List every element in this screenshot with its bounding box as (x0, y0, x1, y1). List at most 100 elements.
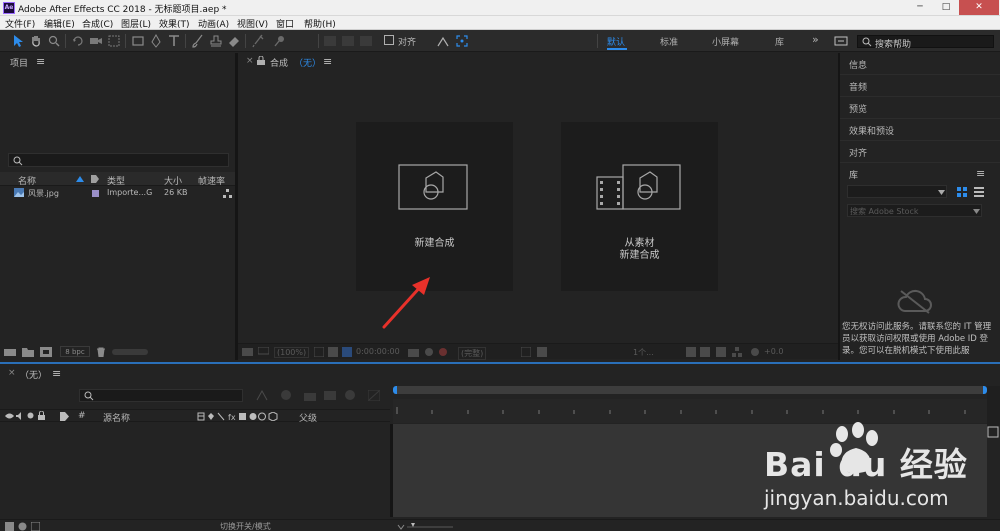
zoom-tool-icon[interactable] (47, 34, 61, 48)
work-area-bar[interactable] (393, 386, 987, 394)
eraser-tool-icon[interactable] (227, 34, 241, 48)
layer-list[interactable] (0, 424, 390, 517)
in-out-pane-icon[interactable] (31, 522, 40, 531)
column-type[interactable]: 类型 (107, 174, 125, 187)
draft-3d-icon[interactable] (280, 390, 292, 401)
library-dropdown[interactable] (847, 185, 947, 198)
effects-presets-panel-tab[interactable]: 效果和预设 (840, 119, 1000, 141)
toggle-switches-modes-button[interactable]: 切换开关/模式 (220, 521, 271, 531)
column-name[interactable]: 名称 (18, 174, 36, 187)
new-composition-icon (40, 347, 52, 357)
menu-edit[interactable]: 编辑(E) (44, 17, 75, 30)
comp-tab-label[interactable]: 合成 (270, 56, 288, 69)
column-hash[interactable]: # (78, 411, 86, 421)
hide-shy-layers-icon[interactable] (304, 390, 316, 401)
magnification-dropdown[interactable]: (100%) (274, 347, 310, 358)
interpret-footage-icon (4, 349, 16, 356)
info-panel-tab[interactable]: 信息 (840, 53, 1000, 75)
workspace-more[interactable]: » (812, 33, 819, 46)
snap-checkbox[interactable] (384, 35, 394, 45)
column-frame-rate[interactable]: 帧速率 (198, 174, 225, 187)
clone-stamp-tool-icon[interactable] (209, 34, 223, 48)
project-panel-title[interactable]: 项目 (10, 56, 28, 69)
column-source-name[interactable]: 源名称 (103, 411, 130, 424)
work-area-start-handle[interactable] (393, 386, 397, 394)
menu-animation[interactable]: 动画(A) (198, 17, 229, 30)
show-snapshot-icon (425, 348, 433, 356)
grid-view-icon[interactable] (957, 187, 967, 197)
menu-window[interactable]: 窗口 (276, 17, 294, 30)
menu-layer[interactable]: 图层(L) (121, 17, 151, 30)
fast-previews-icon (521, 347, 531, 357)
workspace-library[interactable]: 库 (775, 35, 784, 48)
timeline-tab-label[interactable]: （无） (20, 368, 47, 381)
menu-effect[interactable]: 效果(T) (159, 17, 190, 30)
project-item-row[interactable]: 风景.jpg Importe...G 26 KB (0, 187, 235, 199)
views-dropdown[interactable]: 1个... (633, 347, 654, 358)
roto-brush-tool-icon[interactable] (251, 34, 265, 48)
rotate-tool-icon[interactable] (71, 34, 85, 48)
new-composition-card[interactable]: 新建合成 (356, 122, 513, 291)
motion-blur-icon[interactable] (344, 390, 356, 401)
comp-tab-value[interactable]: （无） (294, 56, 321, 69)
workspace-small-screen[interactable]: 小屏幕 (712, 35, 739, 48)
modes-pane-icon[interactable] (18, 522, 27, 531)
minimize-button[interactable]: ─ (907, 0, 933, 15)
layer-switches-pane-icon[interactable] (5, 522, 14, 531)
pen-tool-icon[interactable] (149, 34, 163, 48)
workspace-default[interactable]: 默认 (607, 35, 625, 48)
footage-composition-icon (596, 164, 681, 210)
align-panel-tab[interactable]: 对齐 (840, 141, 1000, 163)
preview-panel-tab[interactable]: 预览 (840, 97, 1000, 119)
column-parent[interactable]: 父级 (299, 411, 317, 424)
item-label-color[interactable] (92, 190, 99, 197)
help-search-input[interactable]: 搜索帮助 (857, 35, 994, 50)
snap-options-icon[interactable] (436, 34, 450, 48)
graph-editor-icon[interactable] (368, 390, 380, 401)
audio-panel-tab[interactable]: 音频 (840, 75, 1000, 97)
stock-search-input[interactable]: 搜索 Adobe Stock (847, 204, 982, 217)
world-axis-mode-icon[interactable] (341, 34, 355, 48)
timeline-menu-icon[interactable]: ≡ (52, 367, 61, 380)
hand-tool-icon[interactable] (29, 34, 43, 48)
close-button[interactable]: ✕ (959, 0, 999, 15)
list-view-icon[interactable] (974, 187, 984, 197)
snap-target-icon[interactable] (455, 34, 469, 48)
local-axis-mode-icon[interactable] (323, 34, 337, 48)
transparency-grid-icon (537, 347, 547, 357)
menu-file[interactable]: 文件(F) (5, 17, 35, 30)
comp-panel-menu-icon[interactable]: ≡ (323, 55, 332, 68)
puppet-pin-tool-icon[interactable] (273, 34, 287, 48)
sync-settings-icon[interactable] (834, 34, 848, 48)
comp-close-icon[interactable]: × (246, 56, 254, 66)
workspace-standard[interactable]: 标准 (660, 35, 678, 48)
new-comp-from-footage-card[interactable]: 从素材 新建合成 (561, 122, 718, 291)
rectangle-tool-icon[interactable] (131, 34, 145, 48)
camera-tool-icon[interactable] (89, 34, 103, 48)
frame-blending-icon[interactable] (324, 390, 336, 401)
timeline-close-icon[interactable]: × (8, 368, 16, 378)
bit-depth-button[interactable]: 8 bpc (60, 346, 90, 357)
pan-behind-tool-icon[interactable] (107, 34, 121, 48)
view-axis-mode-icon[interactable] (359, 34, 373, 48)
timeline-search-input[interactable] (79, 389, 243, 402)
menu-view[interactable]: 视图(V) (237, 17, 268, 30)
thumbnail-size-slider[interactable] (112, 349, 148, 355)
menu-composition[interactable]: 合成(C) (82, 17, 113, 30)
type-tool-icon[interactable] (167, 34, 181, 48)
libraries-menu-icon[interactable]: ≡ (976, 167, 985, 180)
exposure-value[interactable]: +0.0 (764, 347, 783, 356)
layer-switches-icon[interactable]: fx (197, 412, 283, 421)
zoom-slider[interactable] (397, 522, 457, 531)
brush-tool-icon[interactable] (191, 34, 205, 48)
menu-help[interactable]: 帮助(H) (304, 17, 336, 30)
resolution-dropdown[interactable]: (完整) (458, 347, 487, 360)
selection-tool-icon[interactable] (11, 34, 25, 48)
comp-mini-flowchart-icon[interactable] (256, 390, 268, 401)
current-time[interactable]: 0:00:00:00 (356, 347, 400, 356)
project-panel-menu-icon[interactable]: ≡ (36, 55, 45, 68)
libraries-title[interactable]: 库 (849, 168, 858, 181)
project-search-input[interactable] (8, 153, 229, 167)
maximize-button[interactable]: □ (933, 0, 959, 15)
column-size[interactable]: 大小 (164, 174, 182, 187)
